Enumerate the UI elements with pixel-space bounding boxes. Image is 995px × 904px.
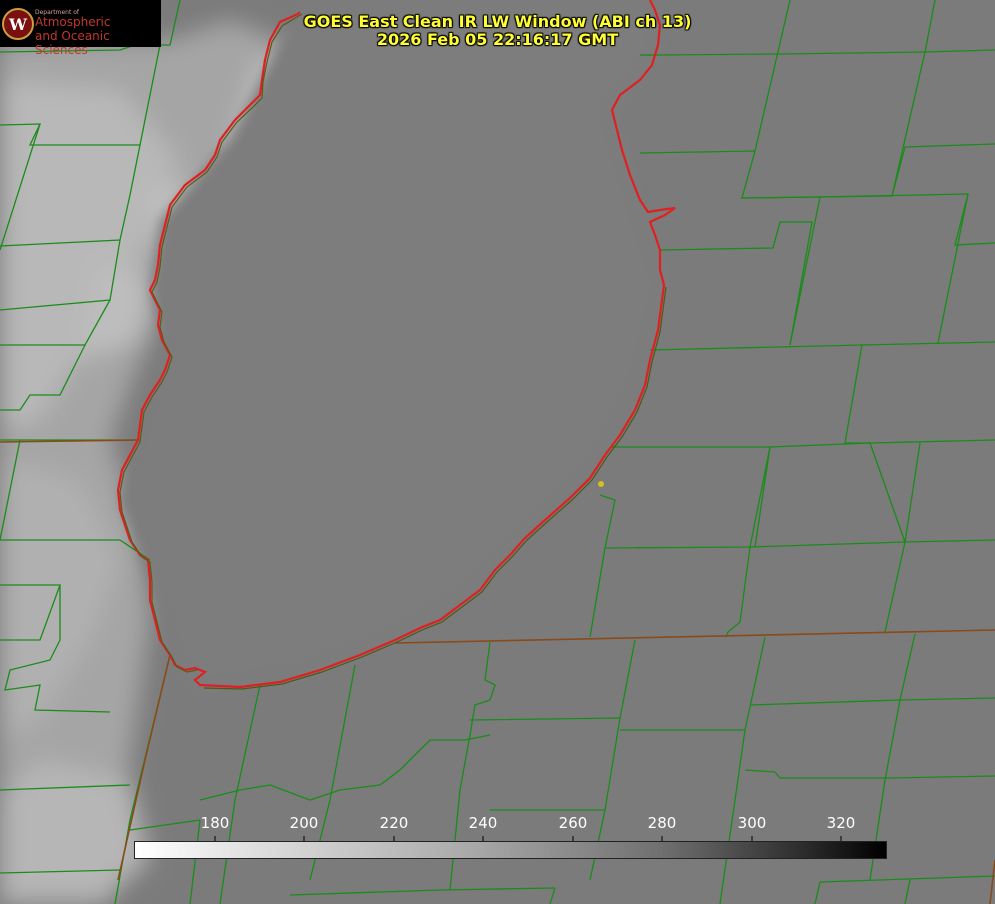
colorbar [134,841,887,859]
colorbar-tick: 240 [468,814,498,832]
satellite-map: W Department of Atmospheric and Oceanic … [0,0,995,904]
colorbar-tick: 260 [558,814,588,832]
colorbar-tick: 180 [200,814,230,832]
colorbar-ticks: 180 200 220 240 260 280 300 320 [0,814,995,834]
colorbar-tick: 300 [737,814,767,832]
colorbar-tick: 280 [647,814,677,832]
colorbar-tick: 200 [289,814,319,832]
colorbar-tick: 320 [826,814,856,832]
lake-shoreline [116,0,676,690]
image-title: GOES East Clean IR LW Window (ABI ch 13) [303,12,692,31]
image-timestamp: 2026 Feb 05 22:16:17 GMT [376,30,619,49]
colorbar-tick: 220 [379,814,409,832]
location-marker [598,481,604,487]
